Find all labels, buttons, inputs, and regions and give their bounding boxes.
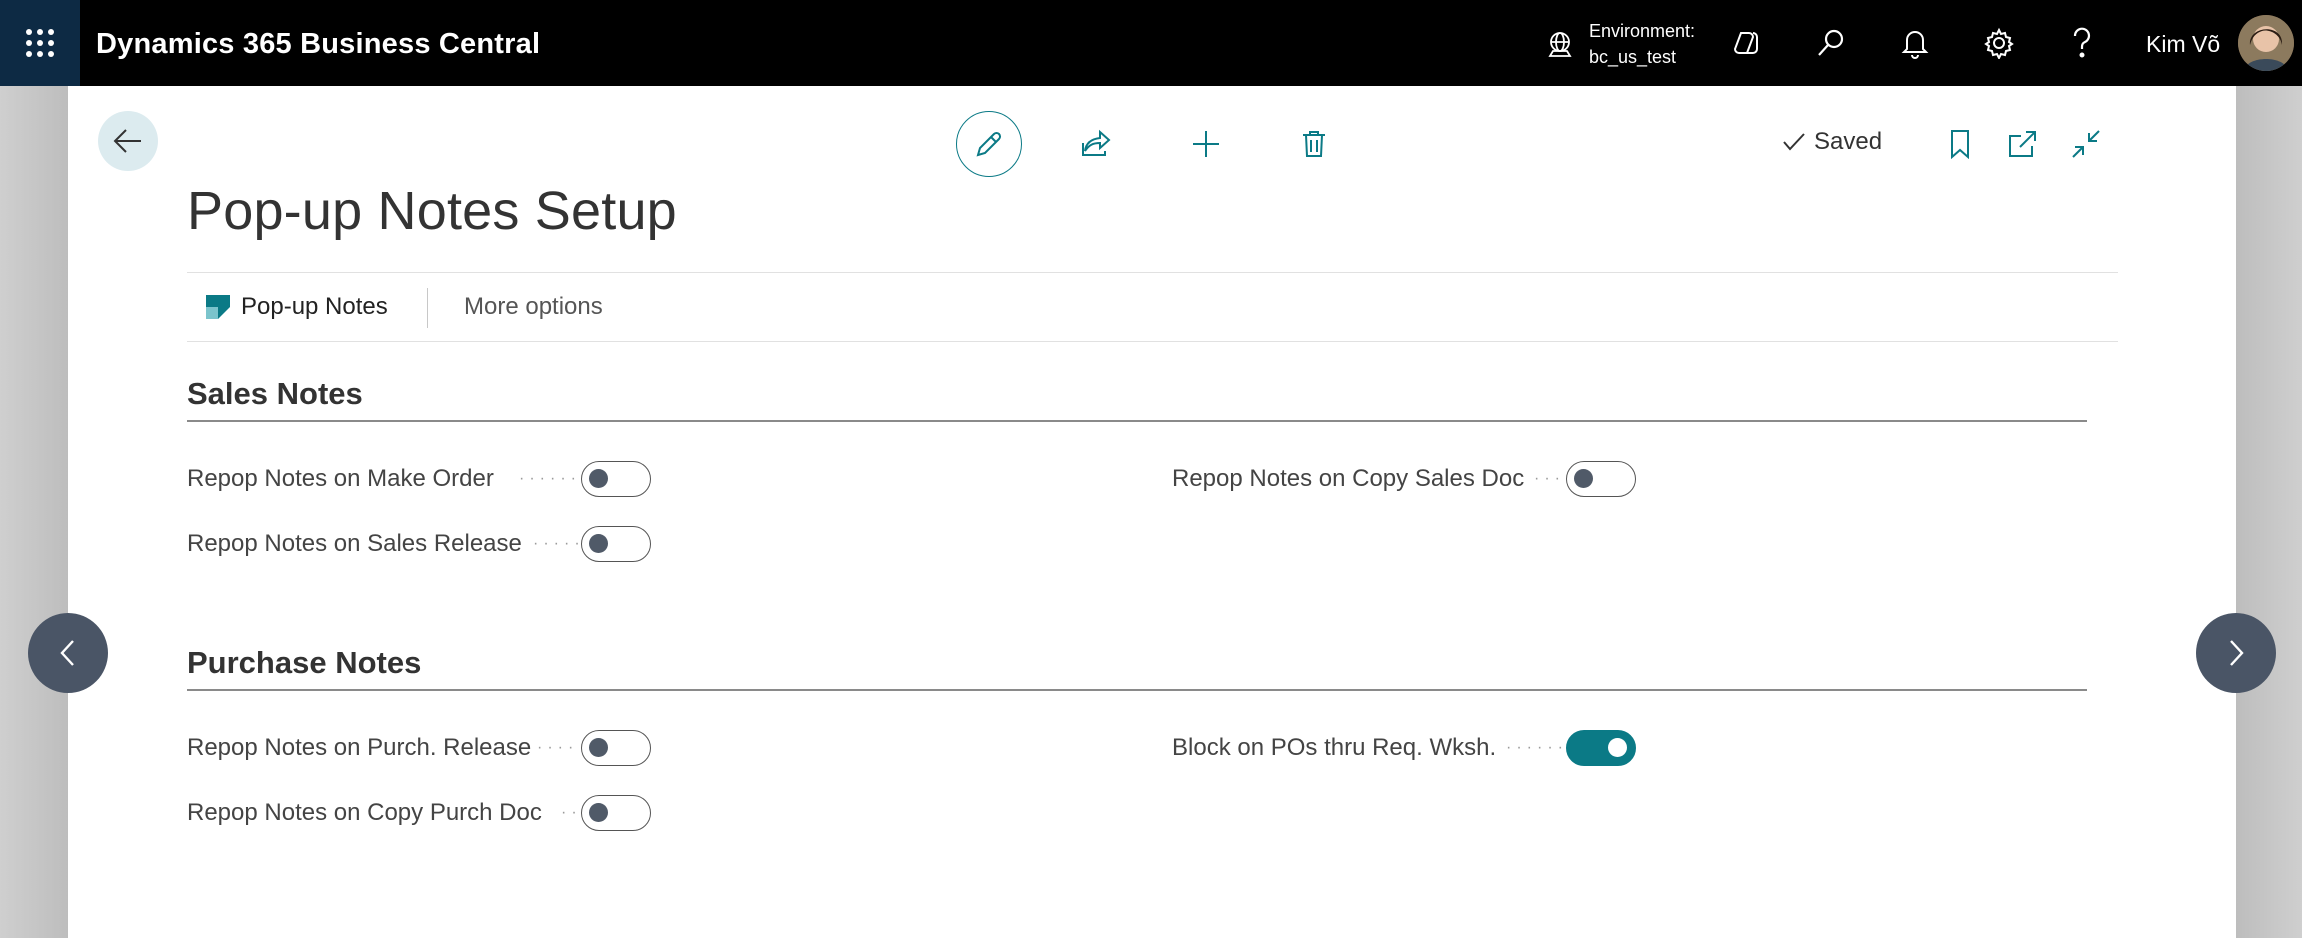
section-divider <box>187 689 2087 691</box>
toggle-repop-make-order[interactable] <box>581 461 651 497</box>
back-arrow-icon <box>113 129 141 153</box>
next-record-button[interactable] <box>2196 613 2276 693</box>
app-launcher-button[interactable] <box>0 0 80 86</box>
previous-record-region <box>0 86 68 938</box>
new-button[interactable] <box>1176 114 1236 174</box>
section-title-purchase-notes[interactable]: Purchase Notes <box>187 645 421 681</box>
action-bar-separator <box>427 288 428 328</box>
bookmark-button[interactable] <box>1930 114 1990 174</box>
delete-button[interactable] <box>1284 114 1344 174</box>
notifications-button[interactable] <box>1895 23 1935 63</box>
field-repop-copy-purch-doc: Repop Notes on Copy Purch Doc ······ <box>187 793 652 833</box>
share-icon <box>1082 129 1111 156</box>
bell-icon <box>1901 31 1929 59</box>
field-label: Repop Notes on Copy Sales Doc <box>1172 465 1525 492</box>
avatar[interactable] <box>2238 15 2294 71</box>
copilot-icon <box>1733 32 1758 54</box>
field-label: Block on POs thru Req. Wksh. <box>1172 734 1497 761</box>
field-block-pos-req-wksh: Block on POs thru Req. Wksh. ······ <box>1172 728 1637 768</box>
toggle-block-pos-req-wksh[interactable] <box>1566 730 1636 766</box>
user-name[interactable]: Kim Võ <box>2146 0 2220 86</box>
field-label: Repop Notes on Sales Release <box>187 530 522 557</box>
next-record-region <box>2236 86 2302 938</box>
section-divider <box>187 420 2087 422</box>
pop-up-notes-label: Pop-up Notes <box>241 293 388 320</box>
checkmark-icon <box>1783 133 1805 151</box>
environment-indicator[interactable]: Environment: bc_us_test <box>1545 18 1695 70</box>
help-icon <box>2073 27 2091 58</box>
field-label: Repop Notes on Copy Purch Doc <box>187 799 542 826</box>
bookmark-icon <box>1951 130 1969 159</box>
plus-icon <box>1193 131 1219 157</box>
toggle-repop-purch-release[interactable] <box>581 730 651 766</box>
previous-record-button[interactable] <box>28 613 108 693</box>
field-repop-sales-release: Repop Notes on Sales Release ······ <box>187 524 652 564</box>
gear-icon <box>1984 27 2014 59</box>
app-title[interactable]: Dynamics 365 Business Central <box>96 0 540 86</box>
toggle-repop-copy-purch-doc[interactable] <box>581 795 651 831</box>
waffle-icon <box>26 29 54 57</box>
pop-up-notes-icon <box>206 295 230 319</box>
chevron-right-icon <box>2230 640 2244 666</box>
help-button[interactable] <box>2062 23 2102 63</box>
collapse-icon <box>2072 130 2100 158</box>
field-label: Repop Notes on Purch. Release <box>187 734 532 761</box>
open-new-window-icon <box>2009 131 2036 157</box>
top-bar: Dynamics 365 Business Central Environmen… <box>0 0 2302 86</box>
saved-label: Saved <box>1814 128 1883 155</box>
environment-label: Environment: <box>1589 21 1696 41</box>
pencil-icon <box>976 131 1002 157</box>
environment-value: bc_us_test <box>1589 47 1677 67</box>
environment-icon <box>1548 32 1572 57</box>
toggle-repop-copy-sales-doc[interactable] <box>1566 461 1636 497</box>
toggle-repop-sales-release[interactable] <box>581 526 651 562</box>
share-button[interactable] <box>1066 114 1126 174</box>
back-button[interactable] <box>98 111 158 171</box>
chevron-left-icon <box>60 640 74 666</box>
field-repop-purch-release: Repop Notes on Purch. Release ······ <box>187 728 652 768</box>
section-title-sales-notes[interactable]: Sales Notes <box>187 376 363 412</box>
search-button[interactable] <box>1811 23 1851 63</box>
page-title: Pop-up Notes Setup <box>187 181 677 241</box>
pop-up-notes-action[interactable]: Pop-up Notes <box>205 273 388 341</box>
saved-status: Saved <box>1782 128 1882 156</box>
field-repop-copy-sales-doc: Repop Notes on Copy Sales Doc ······ <box>1172 459 1637 499</box>
field-label: Repop Notes on Make Order <box>187 465 494 492</box>
more-options-action[interactable]: More options <box>464 273 603 341</box>
trash-icon <box>1303 131 1325 157</box>
action-bar: Pop-up Notes More options <box>187 272 2118 342</box>
settings-button[interactable] <box>1979 23 2019 63</box>
copilot-button[interactable] <box>1727 23 1767 63</box>
search-icon <box>1818 29 1844 56</box>
edit-button[interactable] <box>956 111 1022 177</box>
field-repop-make-order: Repop Notes on Make Order ······ <box>187 459 652 499</box>
open-new-window-button[interactable] <box>1992 114 2052 174</box>
collapse-button[interactable] <box>2056 114 2116 174</box>
